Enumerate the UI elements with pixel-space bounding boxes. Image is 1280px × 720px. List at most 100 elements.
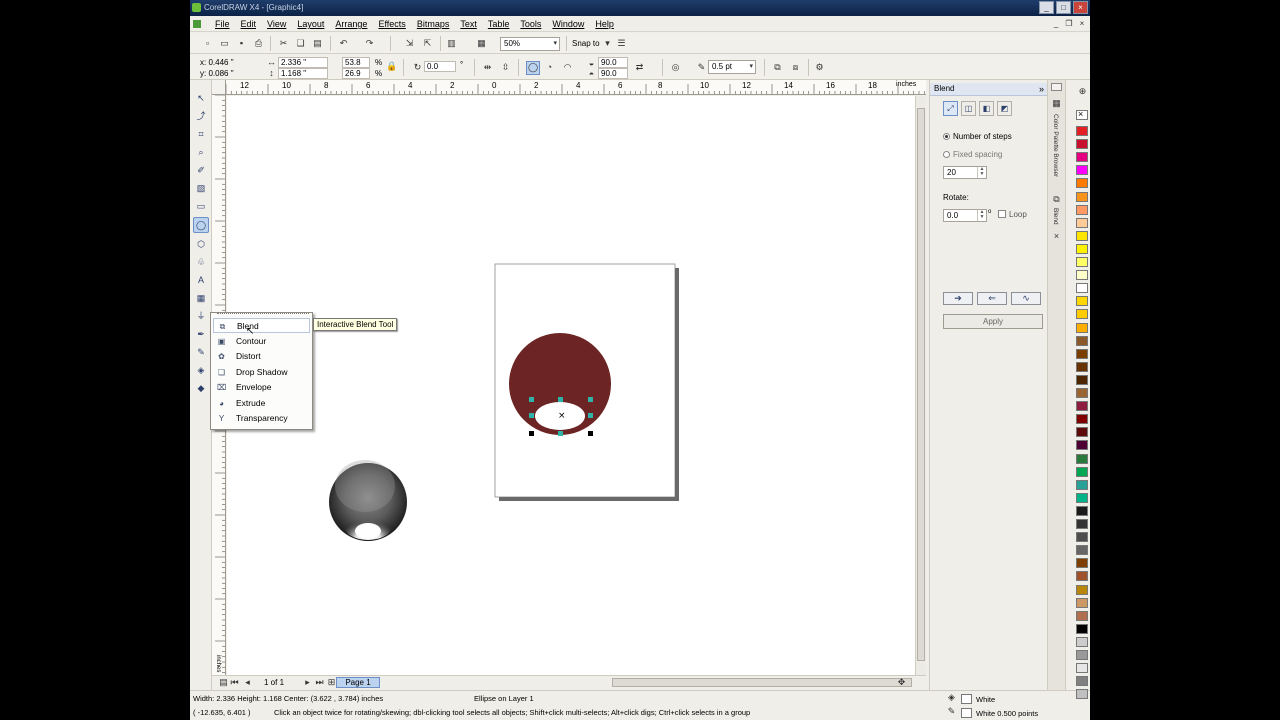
flyout-grip[interactable] xyxy=(217,313,309,316)
smart-fill-icon[interactable]: ▧ xyxy=(195,182,207,194)
page-tab[interactable]: Page 1 xyxy=(336,677,380,688)
application-launcher-icon[interactable]: ▥ xyxy=(446,38,457,49)
palette-scroll-up-icon[interactable]: ⊕ xyxy=(1077,86,1088,97)
paste-icon[interactable]: ▤ xyxy=(312,38,323,49)
undo-icon[interactable]: ↶ xyxy=(338,38,349,49)
open-icon[interactable]: ▭ xyxy=(219,38,230,49)
export-icon[interactable]: ⇱ xyxy=(422,38,433,49)
wrap-text-icon[interactable]: ◎ xyxy=(670,62,681,73)
navigator-icon[interactable]: ✥ xyxy=(896,677,907,688)
mirror-vertical-icon[interactable]: ⇳ xyxy=(500,62,511,73)
color-swatch[interactable] xyxy=(1076,374,1088,385)
drawing-canvas[interactable]: × xyxy=(227,96,915,675)
color-swatch[interactable] xyxy=(1076,178,1088,189)
color-swatch[interactable] xyxy=(1076,623,1088,634)
blend-misc-icon[interactable]: ◩ xyxy=(997,101,1012,116)
fill-swatch[interactable] xyxy=(961,694,972,704)
options-icon[interactable]: ☰ xyxy=(616,38,627,49)
node-handle[interactable] xyxy=(588,413,593,418)
redo-icon[interactable]: ↷ xyxy=(364,38,375,49)
palette-tab-icon[interactable]: ▦ xyxy=(1051,98,1062,109)
previous-page-icon[interactable]: ◂ xyxy=(242,677,253,688)
number-of-steps-radio[interactable] xyxy=(943,133,950,140)
flyout-item-blend[interactable]: ⧉ Blend xyxy=(213,318,310,333)
blend-steps-icon[interactable]: ⤢ xyxy=(943,101,958,116)
color-palette-browser-tab[interactable]: Color Palette Browser xyxy=(1052,114,1059,177)
color-swatch[interactable] xyxy=(1076,558,1088,569)
no-color-swatch[interactable]: × xyxy=(1076,109,1088,120)
color-swatch[interactable] xyxy=(1076,584,1088,595)
lock-ratio-icon[interactable]: 🔒 xyxy=(386,61,397,72)
color-swatch[interactable] xyxy=(1076,165,1088,176)
color-swatch[interactable] xyxy=(1076,610,1088,621)
blend-tab-icon[interactable]: ⧉ xyxy=(1051,194,1062,205)
interactive-fill-icon[interactable]: ◆ xyxy=(195,382,207,394)
double-chevron-icon[interactable]: » xyxy=(1039,83,1044,95)
path-properties-button[interactable]: ∿ xyxy=(1011,292,1041,305)
color-swatch[interactable] xyxy=(1076,519,1088,529)
minimize-button[interactable]: _ xyxy=(1039,1,1054,14)
selection-handle[interactable] xyxy=(529,431,534,436)
import-icon[interactable]: ⇲ xyxy=(404,38,415,49)
color-swatch[interactable] xyxy=(1076,230,1088,241)
color-swatch[interactable] xyxy=(1076,545,1088,556)
pie-mode-icon[interactable]: ◔ xyxy=(544,62,555,73)
blended-sphere[interactable] xyxy=(329,460,407,541)
horizontal-scrollbar[interactable] xyxy=(612,678,912,687)
scroll-thumb[interactable] xyxy=(917,108,925,661)
print-icon[interactable]: ⎙ xyxy=(253,38,264,49)
menu-arrange[interactable]: Arrange xyxy=(335,19,367,29)
scale-x-field[interactable]: 53.8 xyxy=(342,57,370,68)
rotate-spinbox[interactable]: 0.0 ▲ ▼ xyxy=(943,209,987,222)
flyout-item-transparency[interactable]: Y Transparency xyxy=(213,411,310,426)
scale-y-field[interactable]: 26.9 xyxy=(342,68,370,79)
color-swatch[interactable] xyxy=(1076,257,1088,267)
to-front-icon[interactable]: ⧉ xyxy=(772,62,783,73)
node-handle[interactable] xyxy=(529,413,534,418)
snap-to-dropdown[interactable]: Snap to xyxy=(572,39,600,48)
color-swatch[interactable] xyxy=(1076,283,1088,294)
menu-tools[interactable]: Tools xyxy=(520,19,541,29)
menu-table[interactable]: Table xyxy=(488,19,510,29)
color-swatch[interactable] xyxy=(1076,296,1088,307)
color-swatch[interactable] xyxy=(1076,309,1088,320)
text-tool-icon[interactable]: A xyxy=(195,274,207,286)
outline-tool-icon[interactable]: ✎ xyxy=(195,346,207,358)
x-position-field[interactable]: x: 0.446 " xyxy=(200,58,234,67)
rotation-field[interactable]: 0.0 xyxy=(424,61,456,72)
start-angle-field[interactable]: 90.0 xyxy=(598,57,628,68)
color-swatch[interactable] xyxy=(1076,388,1088,398)
menu-view[interactable]: View xyxy=(267,19,286,29)
convert-to-curves-icon[interactable]: ⚙ xyxy=(814,62,825,73)
cut-icon[interactable]: ✂ xyxy=(278,38,289,49)
fixed-spacing-radio[interactable] xyxy=(943,151,950,158)
menu-text[interactable]: Text xyxy=(460,19,477,29)
loop-checkbox[interactable] xyxy=(998,210,1006,218)
outline-swatch[interactable] xyxy=(961,708,972,718)
polygon-tool-icon[interactable]: ⬡ xyxy=(195,238,207,250)
horizontal-ruler[interactable]: 12 10 8 6 4 2 0 2 4 6 8 10 12 14 16 18 i… xyxy=(226,80,926,95)
color-swatch[interactable] xyxy=(1076,571,1088,582)
eyedropper-icon[interactable]: ✒ xyxy=(195,328,207,340)
doc-close-button[interactable]: × xyxy=(1077,19,1087,29)
freehand-tool-icon[interactable]: ✐ xyxy=(195,164,207,176)
color-swatch[interactable] xyxy=(1076,427,1088,438)
spin-arrows-icon[interactable]: ▲ ▼ xyxy=(977,167,986,178)
color-swatch[interactable] xyxy=(1076,322,1088,333)
menu-file[interactable]: File xyxy=(215,19,230,29)
interactive-blend-icon[interactable]: ⏚ xyxy=(195,310,207,322)
color-swatch[interactable] xyxy=(1076,243,1088,254)
flyout-item-distort[interactable]: ✿ Distort xyxy=(213,349,310,364)
last-page-icon[interactable]: ⏭ xyxy=(314,677,325,688)
color-swatch[interactable] xyxy=(1076,126,1088,136)
apply-button[interactable]: Apply xyxy=(943,314,1043,329)
close-button[interactable]: × xyxy=(1073,1,1088,14)
pick-tool-icon[interactable]: ↖ xyxy=(195,92,207,104)
page-options-icon[interactable]: ▤ xyxy=(218,677,229,688)
next-page-icon[interactable]: ▸ xyxy=(302,677,313,688)
fill-tool-icon[interactable]: ◈ xyxy=(195,364,207,376)
flyout-item-drop-shadow[interactable]: ❏ Drop Shadow xyxy=(213,365,310,380)
vertical-scrollbar[interactable] xyxy=(915,96,926,675)
selection-handle[interactable] xyxy=(588,431,593,436)
node-handle[interactable] xyxy=(558,397,563,402)
